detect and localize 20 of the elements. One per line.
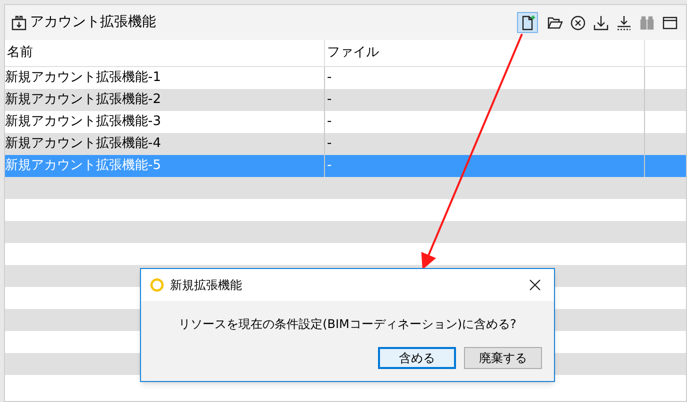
window-icon xyxy=(662,14,678,30)
folder-icon xyxy=(546,14,562,30)
ring-icon xyxy=(150,278,164,292)
dialog-message: リソースを現在の条件設定(BIMコーディネーション)に含める? xyxy=(178,316,518,333)
dialog-button[interactable]: 含める xyxy=(378,347,456,369)
cancel-icon xyxy=(570,14,586,30)
table-row[interactable]: 新規アカウント拡張機能-4 - xyxy=(5,133,686,155)
download-icon xyxy=(616,14,632,30)
dialog-button[interactable]: 廃棄する xyxy=(464,347,542,369)
column-header[interactable]: 名前 xyxy=(5,40,325,66)
panel-title: アカウント拡張機能 xyxy=(30,13,156,32)
download-icon xyxy=(592,14,608,30)
new-file-icon xyxy=(520,14,536,30)
table-row[interactable]: 新規アカウント拡張機能-2 - xyxy=(5,89,686,111)
column-header[interactable]: ファイル xyxy=(325,40,645,66)
toolbar-button[interactable] xyxy=(517,12,538,33)
close-icon xyxy=(529,279,541,291)
dialog-title: 新規拡張機能 xyxy=(170,277,242,294)
binoculars-icon xyxy=(638,14,654,30)
extension-icon xyxy=(11,14,27,30)
